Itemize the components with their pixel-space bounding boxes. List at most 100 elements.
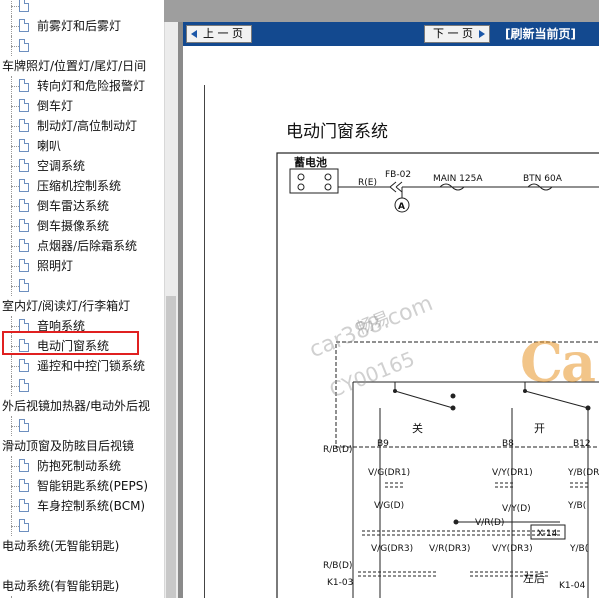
battery-terminal-4	[324, 183, 332, 191]
tree-item-label: 转向灯和危险报警灯	[37, 79, 146, 93]
tree-item-label: 制动灯/高位制动灯	[37, 119, 138, 133]
wire-yb-d-label: Y/B(	[567, 501, 586, 511]
wire-vg-d-label: V/G(D)	[374, 501, 404, 511]
wire-yb-dr1-label: Y/B(DR	[567, 468, 599, 478]
tree-item-label: 倒车灯	[37, 99, 74, 113]
arrow-right-icon	[479, 30, 485, 38]
document-icon	[19, 239, 29, 252]
tree-item-label: 电动系统(无智能钥匙)	[2, 539, 120, 553]
document-icon	[19, 259, 29, 272]
fuse-fb02-label: FB-02	[385, 170, 411, 180]
refresh-page-link[interactable]: [刷新当前页]	[505, 27, 576, 41]
wire-vy-dr1-label: V/Y(DR1)	[492, 468, 533, 478]
battery-terminal-1	[297, 173, 305, 181]
document-icon	[19, 459, 29, 472]
page-title: 电动门窗系统	[286, 122, 388, 142]
wire-rbd2-label: R/B(D)	[323, 561, 352, 571]
tree-branch-line	[11, 226, 19, 227]
battery-terminal-3	[297, 183, 305, 191]
connector-symbol	[389, 181, 403, 193]
connector-row-1	[385, 482, 590, 488]
tree-branch-line	[11, 126, 19, 127]
tree-item-label: 喇叭	[37, 139, 62, 153]
tree-item-label: 点烟器/后除霜系统	[37, 239, 138, 253]
tree-item-label: 前雾灯和后雾灯	[37, 19, 122, 33]
pin-b9-label: B9	[377, 439, 389, 449]
document-icon	[19, 479, 29, 492]
document-icon	[19, 359, 29, 372]
wire-re-label: R(E)	[358, 178, 377, 188]
tree-guide-line	[11, 0, 13, 16]
document-icon	[19, 99, 29, 112]
tree-item-label: 室内灯/阅读灯/行李箱灯	[2, 299, 131, 313]
document-icon	[19, 279, 29, 292]
connector-k103-label: K1-03	[327, 578, 353, 588]
document-icon	[19, 419, 29, 432]
tree-item-label: 电动系统(有智能钥匙)	[2, 579, 120, 593]
battery-box	[289, 168, 339, 194]
tree-branch-line	[11, 146, 19, 147]
next-page-label: 下 一 页	[433, 27, 473, 40]
tree-branch-line	[11, 526, 19, 527]
tree-item-label: 外后视镜加热器/电动外后视	[2, 399, 151, 413]
selected-item-highlight	[2, 331, 139, 355]
wire-vy-dr3-label: V/Y(DR3)	[492, 544, 533, 554]
previous-page-label: 上 一 页	[203, 27, 243, 40]
document-icon	[19, 199, 29, 212]
tree-branch-line	[11, 206, 19, 207]
wire-rbd-label: R/B(D)	[323, 445, 352, 455]
switch-open-label: 开	[534, 422, 545, 435]
tree-item-label: 车身控制系统(BCM)	[37, 499, 146, 513]
tree-item-label: 照明灯	[37, 259, 74, 273]
circle-a-label: A	[398, 202, 405, 212]
tree-branch-line	[11, 26, 19, 27]
tree-branch-line	[11, 506, 19, 507]
tree-branch-line	[11, 106, 19, 107]
tree-branch-line	[11, 86, 19, 87]
document-icon	[19, 39, 29, 52]
tree-branch-line	[11, 186, 19, 187]
tree-branch-line	[11, 46, 19, 47]
tree-branch-line	[11, 6, 19, 7]
document-icon	[19, 79, 29, 92]
tree-branch-line	[11, 266, 19, 267]
document-icon	[19, 499, 29, 512]
tree-branch-line	[11, 466, 19, 467]
tree-item-label: 空调系统	[37, 159, 86, 173]
tree-branch-line	[11, 286, 19, 287]
tree-item-label: 滑动顶窗及防眩目后视镜	[2, 439, 135, 453]
next-page-button[interactable]: 下 一 页	[424, 25, 490, 43]
document-icon	[19, 219, 29, 232]
page-margin-line	[204, 85, 205, 598]
document-icon	[19, 159, 29, 172]
tree-branch-line	[11, 386, 19, 387]
document-icon	[19, 19, 29, 32]
tree-branch-line	[11, 366, 19, 367]
wire-vr-d-label: V/R(D)	[475, 518, 504, 528]
tree-branch-line	[11, 166, 19, 167]
wire-vg-dr3-label: V/G(DR3)	[371, 544, 413, 554]
tree-item-label: 车牌照灯/位置灯/尾灯/日间	[2, 59, 147, 73]
document-icon	[19, 139, 29, 152]
fuse-btn-label: BTN 60A	[523, 174, 563, 184]
arrow-left-icon	[191, 30, 197, 38]
fuse-main-label: MAIN 125A	[433, 174, 483, 184]
battery-label: 蓄电池	[294, 155, 327, 169]
tree-scrollbar-thumb[interactable]	[166, 296, 176, 598]
tree-branch-line	[11, 426, 19, 427]
tree-branch-line	[11, 246, 19, 247]
document-icon	[19, 519, 29, 532]
wire-vr-dr3-label: V/R(DR3)	[429, 544, 470, 554]
previous-page-button[interactable]: 上 一 页	[186, 25, 252, 43]
document-toolbar: 上 一 页 下 一 页 [刷新当前页]	[183, 22, 599, 46]
tree-branch-line	[11, 326, 19, 327]
tree-item-label: 智能钥匙系统(PEPS)	[37, 479, 149, 493]
document-icon	[19, 179, 29, 192]
switch-off-label: 关	[412, 421, 423, 435]
tree-item-label: 防抱死制动系统	[37, 459, 122, 473]
tree-item-label: 压缩机控制系统	[37, 179, 122, 193]
tree-item-label: 倒车摄像系统	[37, 219, 110, 233]
tree-branch-line	[11, 486, 19, 487]
navigation-tree: 前雾灯和后雾灯车牌照灯/位置灯/尾灯/日间转向灯和危险报警灯 倒车灯制动灯/高位制…	[0, 0, 164, 598]
document-icon	[19, 379, 29, 392]
